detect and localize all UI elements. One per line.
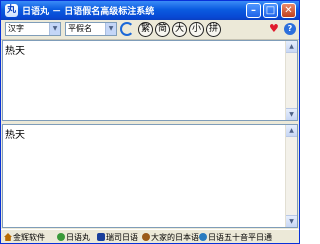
output-text[interactable]: 热天	[5, 126, 25, 141]
globe-icon	[199, 233, 207, 241]
scroll-down-icon[interactable]: ▼	[286, 108, 297, 120]
scroll-up-icon[interactable]: ▲	[286, 41, 297, 53]
simplified-button[interactable]: 简	[155, 22, 170, 37]
link-label[interactable]: 金辉软件	[13, 233, 45, 242]
chevron-down-icon[interactable]: ▼	[49, 23, 60, 35]
input-scrollbar[interactable]: ▲ ▼	[285, 41, 297, 120]
heart-icon[interactable]: ♥	[269, 23, 279, 35]
target-script-select[interactable]: 平假名 ▼	[65, 22, 117, 36]
home-icon	[4, 233, 12, 241]
scroll-down-icon[interactable]: ▼	[286, 215, 297, 227]
link-item[interactable]: 金辉软件	[4, 232, 45, 243]
link-item[interactable]: 大家的日本语	[142, 232, 199, 243]
app-icon: 丸	[5, 4, 18, 17]
link-item[interactable]: 日语丸	[57, 232, 90, 243]
toolbar: 汉字 ▼ 平假名 ▼ 繁 简 大 小 拼 ♥ ?	[1, 20, 299, 40]
close-button[interactable]: ✕	[281, 3, 296, 18]
link-bar: 金辉软件 日语丸 瑞司日语 大家的日本语 日语五十音平日通	[1, 229, 299, 243]
input-editor[interactable]: 热天 ▲ ▼	[2, 40, 298, 121]
help-icon[interactable]: ?	[284, 23, 296, 35]
maximize-button[interactable]: □	[263, 3, 278, 18]
font-smaller-button[interactable]: 小	[189, 22, 204, 37]
leaf-icon	[142, 233, 150, 241]
link-label[interactable]: 大家的日本语	[151, 233, 199, 242]
input-text[interactable]: 热天	[5, 42, 25, 57]
chevron-down-icon[interactable]: ▼	[105, 23, 116, 35]
link-label[interactable]: 日语丸	[66, 233, 90, 242]
window-title: 日语丸 － 日语假名高级标注系统	[22, 7, 155, 17]
leaf-icon	[57, 233, 65, 241]
link-item[interactable]: 日语五十音平日通	[199, 232, 272, 243]
scroll-up-icon[interactable]: ▲	[286, 125, 297, 137]
pinyin-button[interactable]: 拼	[206, 22, 221, 37]
output-scrollbar[interactable]: ▲ ▼	[285, 125, 297, 227]
output-editor[interactable]: 热天 ▲ ▼	[2, 124, 298, 228]
link-label[interactable]: 瑞司日语	[106, 233, 138, 242]
source-script-select[interactable]: 汉字 ▼	[5, 22, 61, 36]
refresh-icon[interactable]	[120, 22, 134, 36]
title-bar[interactable]: 丸 日语丸 － 日语假名高级标注系统 – □ ✕	[1, 1, 299, 20]
minimize-button[interactable]: –	[246, 3, 261, 18]
app-window: 丸 日语丸 － 日语假名高级标注系统 – □ ✕ 汉字 ▼ 平假名 ▼ 繁 简 …	[0, 0, 300, 244]
flag-icon	[97, 233, 105, 241]
link-label[interactable]: 日语五十音平日通	[208, 233, 272, 242]
traditional-button[interactable]: 繁	[138, 22, 153, 37]
target-script-value: 平假名	[68, 24, 92, 33]
font-larger-button[interactable]: 大	[172, 22, 187, 37]
link-item[interactable]: 瑞司日语	[97, 232, 138, 243]
source-script-value: 汉字	[8, 24, 24, 33]
